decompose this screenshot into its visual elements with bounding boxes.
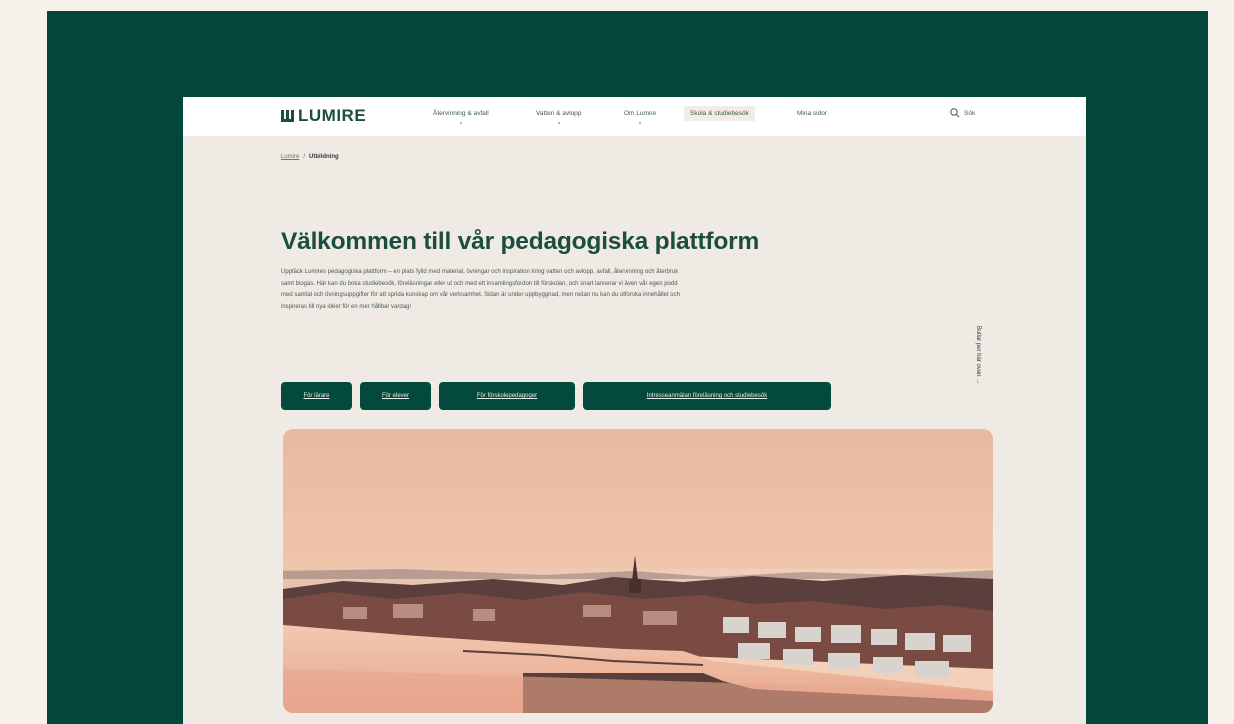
for-teachers-button[interactable]: För lärare — [281, 382, 352, 410]
dropdown-indicator-icon — [459, 122, 462, 124]
search-button[interactable]: Sök — [950, 108, 975, 118]
nav-item-label: Vatten & avlopp — [536, 110, 582, 117]
dropdown-indicator-icon — [557, 122, 560, 124]
search-icon — [950, 108, 960, 118]
breadcrumb-separator: / — [303, 154, 306, 160]
nav-item-my-pages[interactable]: Mina sidor — [797, 110, 827, 117]
dropdown-indicator-icon — [639, 122, 642, 124]
for-students-button[interactable]: För elever — [360, 382, 431, 410]
nav-item-label: Om Lumire — [624, 110, 657, 117]
side-scroll-link[interactable]: Bullar per här ovan → — [971, 309, 985, 401]
nav-item-about[interactable]: Om Lumire — [624, 110, 657, 124]
brand-name: LUMIRE — [298, 106, 367, 125]
city-sunset-illustration — [283, 429, 993, 713]
website-preview: LUMIRE Återvinning & avfall Vatten & avl… — [183, 97, 1086, 724]
lecture-visit-request-button[interactable]: Intresseanmälan föreläsning och studiebe… — [583, 382, 831, 410]
nav-item-recycling[interactable]: Återvinning & avfall — [433, 110, 489, 124]
lumire-logo-icon — [281, 110, 294, 122]
nav-item-water[interactable]: Vatten & avlopp — [536, 110, 582, 124]
nav-item-label: Skola & studiebesök — [690, 110, 749, 117]
breadcrumb-current: Utbildning — [309, 154, 339, 160]
nav-item-label: Återvinning & avfall — [433, 110, 489, 117]
hero-image — [283, 429, 993, 713]
nav-item-school[interactable]: Skola & studiebesök — [684, 106, 755, 121]
nav-item-label: Mina sidor — [797, 110, 827, 117]
for-preschool-teachers-button[interactable]: För förskolepedagoger — [439, 382, 575, 410]
breadcrumb: Lumire / Utbildning — [281, 154, 339, 160]
search-label: Sök — [964, 109, 976, 117]
breadcrumb-home-link[interactable]: Lumire — [281, 154, 299, 160]
top-navigation: LUMIRE Återvinning & avfall Vatten & avl… — [183, 97, 1086, 136]
intro-paragraph: Upptäck Lumires pedagogiska plattform – … — [281, 269, 680, 311]
page-title: Välkommen till vår pedagogiska plattform — [281, 228, 760, 255]
brand-logo[interactable]: LUMIRE — [281, 106, 366, 126]
side-scroll-label: Bullar per här ovan → — [975, 325, 981, 385]
